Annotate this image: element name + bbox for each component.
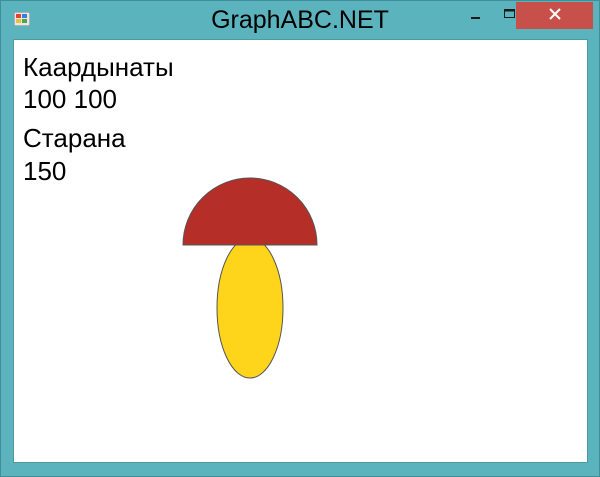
mushroom-drawing: [182, 177, 318, 379]
graphics-canvas[interactable]: Каардынаты 100 100 Старана 150: [13, 39, 588, 463]
mushroom-cap: [182, 177, 318, 246]
title-bar[interactable]: GraphABC.NET: [1, 1, 599, 39]
mushroom-stem: [216, 237, 284, 379]
close-icon: [548, 7, 561, 25]
app-window: GraphABC.NET Каардынаты 100 100 Старана …: [0, 0, 600, 477]
maximize-icon: [504, 6, 516, 24]
close-button[interactable]: [516, 2, 593, 29]
minimize-button[interactable]: [463, 1, 489, 29]
minimize-icon: [471, 6, 481, 24]
